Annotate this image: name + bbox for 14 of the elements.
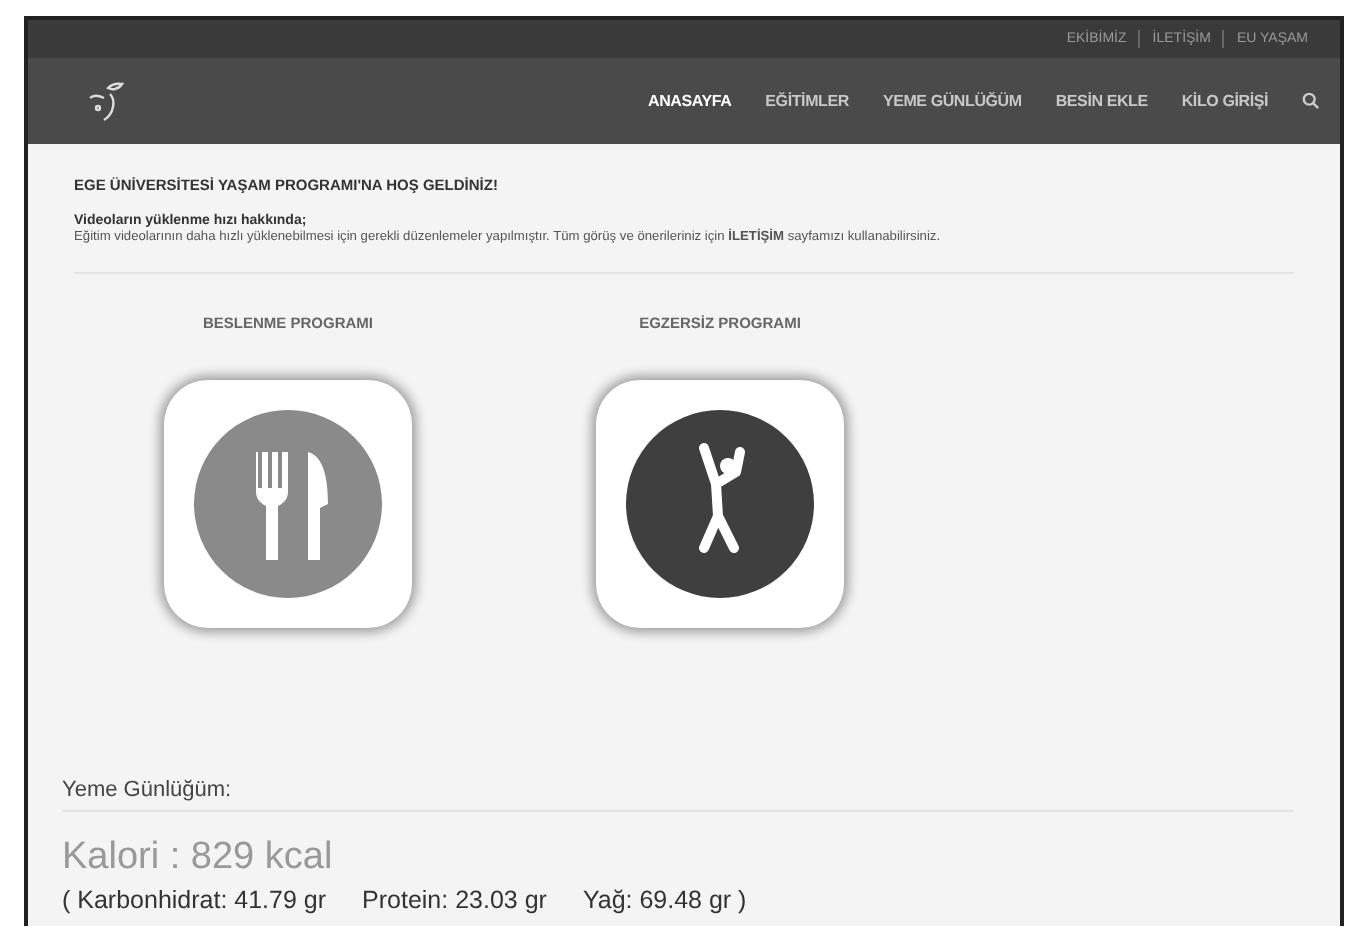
macro-value: Protein: 23.03 gr [362,886,547,914]
exercise-figure-icon [624,408,816,600]
diary-title: Yeme Günlüğüm: [62,778,1294,812]
nav-link[interactable]: YEME GÜNLÜĞÜM [882,92,1022,110]
nav-link[interactable]: BESİN EKLE [1055,92,1148,110]
program-card[interactable] [596,380,844,628]
calorie-total: Kalori : 829 kcal [62,836,335,880]
nav-link[interactable]: ANASAYFA [648,92,732,110]
fork-knife-icon [192,408,384,600]
nav-link[interactable]: KİLO GİRİŞİ [1181,92,1268,110]
macro-value: ( Karbonhidrat: 41.79 gr [62,886,327,914]
macro-value: Yağ: 69.48 gr ) [582,886,747,914]
nav-link[interactable]: EĞİTİMLER [765,92,849,110]
search-icon[interactable] [1302,92,1320,110]
